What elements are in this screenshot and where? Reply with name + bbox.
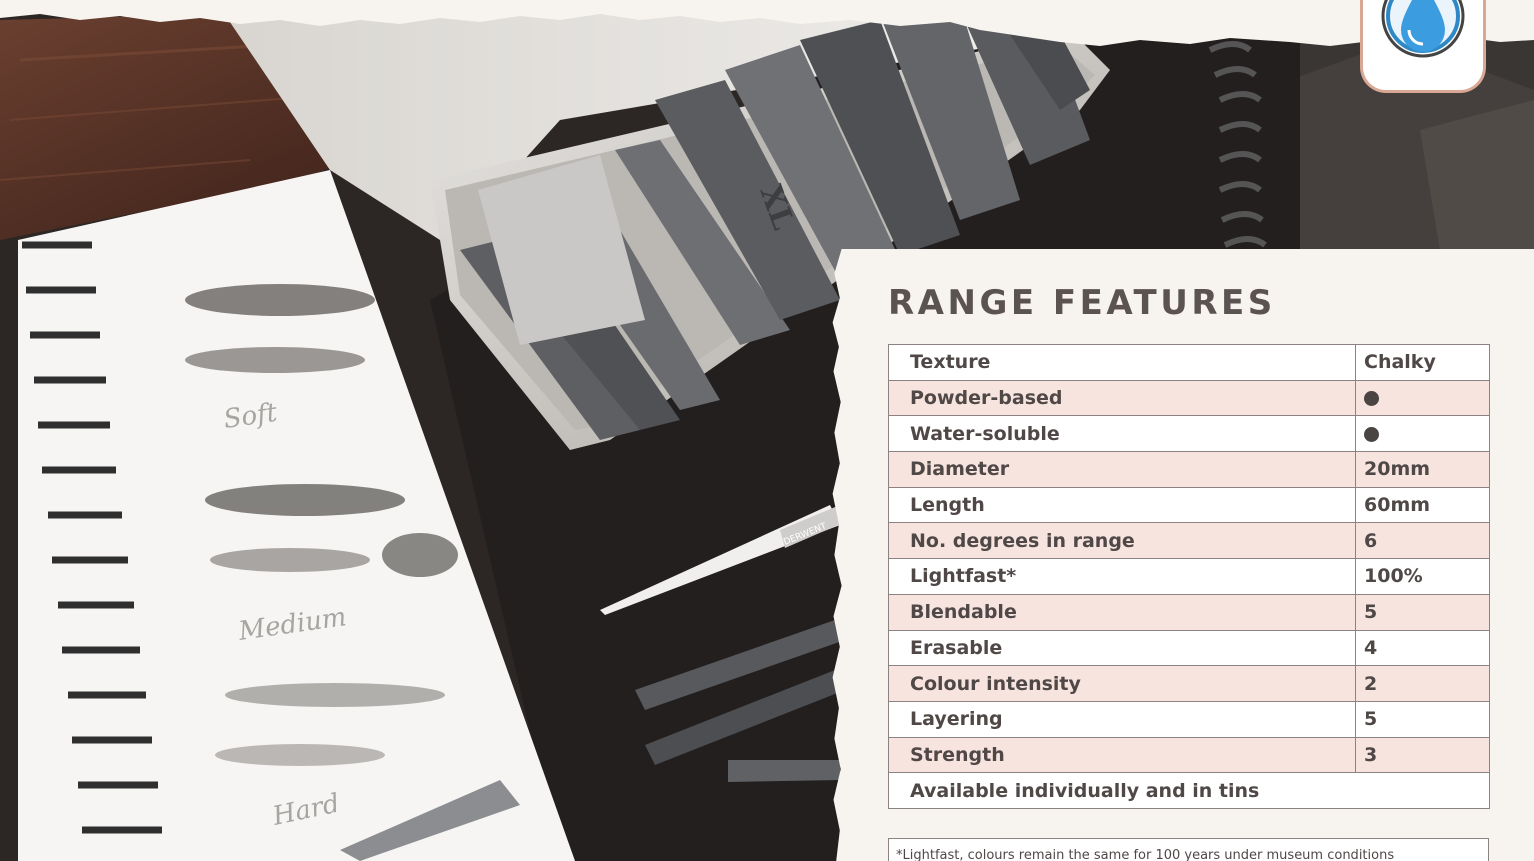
feature-value bbox=[1355, 415, 1490, 453]
feature-label: Lightfast* bbox=[888, 558, 1356, 595]
table-row: Blendable 5 bbox=[888, 593, 1490, 631]
feature-label: Length bbox=[888, 486, 1356, 524]
feature-value bbox=[1355, 379, 1490, 417]
feature-value: 5 bbox=[1355, 700, 1490, 738]
feature-label: Erasable bbox=[888, 629, 1356, 667]
table-row: Texture Chalky bbox=[888, 344, 1490, 381]
feature-value: 5 bbox=[1355, 593, 1490, 631]
water-drop-icon bbox=[1381, 0, 1465, 58]
feature-label: Colour intensity bbox=[888, 665, 1356, 702]
range-features-table: Texture Chalky Powder-based Water-soluble Di… bbox=[888, 344, 1490, 809]
loose-stick-3 bbox=[728, 760, 840, 782]
availability-note: Available individually and in tins bbox=[888, 772, 1490, 809]
table-row: Colour intensity 2 bbox=[888, 665, 1490, 702]
feature-value: 2 bbox=[1355, 665, 1490, 702]
feature-label: Water-soluble bbox=[888, 415, 1356, 453]
feature-label: Blendable bbox=[888, 593, 1356, 631]
table-row: Length 60mm bbox=[888, 486, 1490, 524]
table-row: Powder-based bbox=[888, 379, 1490, 417]
lightfast-footnote: *Lightfast, colours remain the same for … bbox=[888, 838, 1489, 861]
feature-label: Diameter bbox=[888, 451, 1356, 488]
feature-value: 4 bbox=[1355, 629, 1490, 667]
feature-value: 100% bbox=[1355, 558, 1490, 595]
feature-label: Layering bbox=[888, 700, 1356, 738]
bullet-dot-icon bbox=[1364, 391, 1379, 407]
table-row: Lightfast* 100% bbox=[888, 558, 1490, 595]
table-row: No. degrees in range 6 bbox=[888, 522, 1490, 560]
table-row: Strength 3 bbox=[888, 736, 1490, 774]
table-row: Diameter 20mm bbox=[888, 451, 1490, 488]
feature-label: Powder-based bbox=[888, 379, 1356, 417]
feature-value: 60mm bbox=[1355, 486, 1490, 524]
table-row: Layering 5 bbox=[888, 700, 1490, 738]
feature-value: 3 bbox=[1355, 736, 1490, 774]
feature-label: No. degrees in range bbox=[888, 522, 1356, 560]
feature-label: Texture bbox=[888, 344, 1356, 381]
feature-label: Strength bbox=[888, 736, 1356, 774]
table-row: Available individually and in tins bbox=[888, 772, 1490, 809]
feature-value: Chalky bbox=[1355, 344, 1490, 381]
table-row: Erasable 4 bbox=[888, 629, 1490, 667]
section-title: RANGE FEATURES bbox=[888, 283, 1276, 323]
table-row: Water-soluble bbox=[888, 415, 1490, 453]
bullet-dot-icon bbox=[1364, 426, 1379, 442]
feature-value: 20mm bbox=[1355, 451, 1490, 488]
feature-value: 6 bbox=[1355, 522, 1490, 560]
water-soluble-badge bbox=[1360, 0, 1486, 93]
